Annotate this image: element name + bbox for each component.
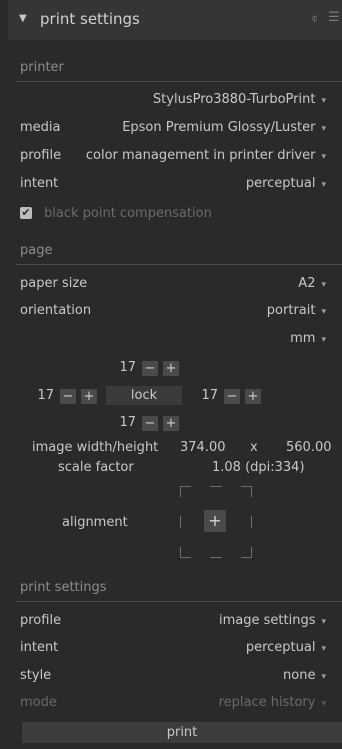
alignment-grid[interactable]: + [180,486,252,558]
unit-value: mm [290,331,316,346]
presets-menu-icon[interactable]: ☰ [328,10,340,25]
align-top-left[interactable] [180,486,191,497]
dropdown-arrow-icon: ▾ [321,672,326,682]
printer-profile-value: color management in printer driver [85,148,316,163]
scale-factor-label: scale factor [58,460,134,475]
margin-left-value[interactable]: 17 [30,388,54,403]
style-value: none [283,668,316,683]
export-profile-label: profile [20,613,62,628]
margin-top-value[interactable]: 17 [112,360,136,375]
align-left[interactable] [180,516,181,528]
orientation-value: portrait [266,303,316,318]
printer-name: StylusPro3880-TurboPrint [152,92,316,107]
align-bottom-left[interactable] [180,547,191,558]
section-divider [16,601,342,602]
align-bottom-right[interactable] [241,547,252,558]
module-title: print settings [40,10,140,28]
style-dropdown[interactable]: none ▾ [283,668,326,683]
image-wh-label: image width/height [32,440,159,455]
export-intent-value: perceptual [245,640,316,655]
mode-label: mode [20,695,57,710]
margin-bottom-plus-button[interactable]: + [163,416,179,431]
module-header[interactable]: ▼ print settings ⌽ ☰ [8,0,342,40]
dropdown-arrow-icon: ▾ [321,307,326,317]
margin-bottom-value[interactable]: 17 [112,415,136,430]
image-height-value: 560.00 [286,440,332,455]
dropdown-arrow-icon: ▾ [321,280,326,290]
dropdown-arrow-icon: ▾ [321,96,326,106]
paper-size-value: A2 [298,276,316,291]
margin-left-plus-button[interactable]: + [81,389,97,404]
printer-dropdown[interactable]: StylusPro3880-TurboPrint ▾ [153,92,326,107]
alignment-label: alignment [62,515,128,530]
bpc-checkbox[interactable]: ✔ [20,207,32,219]
section-printer-label: printer [20,60,64,75]
print-button[interactable]: print [22,722,342,743]
export-intent-label: intent [20,640,59,655]
dropdown-arrow-icon: ▾ [321,644,326,654]
margin-right-value[interactable]: 17 [194,388,218,403]
bpc-label: black point compensation [44,206,212,221]
align-top-right[interactable] [241,486,252,497]
margin-left-minus-button[interactable]: − [60,389,76,404]
export-profile-dropdown[interactable]: image settings ▾ [219,613,326,628]
printer-intent-value: perceptual [245,176,316,191]
dropdown-arrow-icon: ▾ [321,335,326,345]
margin-top-plus-button[interactable]: + [163,361,179,376]
media-value: Epson Premium Glossy/Luster [122,120,316,135]
dropdown-arrow-icon: ▾ [321,152,326,162]
section-print-settings-label: print settings [20,580,107,595]
image-x-separator: x [250,440,258,455]
mode-dropdown: replace history ▾ [219,695,326,710]
orientation-label: orientation [20,303,92,318]
printer-profile-dropdown[interactable]: color management in printer driver ▾ [86,148,326,163]
scale-factor-value: 1.08 (dpi:334) [212,460,305,475]
section-divider [16,81,342,82]
dropdown-arrow-icon: ▾ [321,124,326,134]
paper-size-dropdown[interactable]: A2 ▾ [298,276,326,291]
collapse-triangle-icon[interactable]: ▼ [19,13,27,24]
reset-icon[interactable]: ⌽ [311,11,318,26]
image-width-value: 374.00 [180,440,226,455]
printer-intent-label: intent [20,176,59,191]
align-top[interactable] [210,486,222,487]
export-profile-value: image settings [219,613,316,628]
margin-right-plus-button[interactable]: + [245,389,261,404]
mode-value: replace history [218,695,316,710]
orientation-dropdown[interactable]: portrait ▾ [267,303,326,318]
margin-top-minus-button[interactable]: − [142,361,158,376]
section-divider [16,264,342,265]
align-bottom[interactable] [210,557,222,558]
printer-profile-label: profile [20,148,62,163]
printer-intent-dropdown[interactable]: perceptual ▾ [246,176,326,191]
margin-bottom-minus-button[interactable]: − [142,416,158,431]
align-right[interactable] [251,516,252,528]
export-intent-dropdown[interactable]: perceptual ▾ [246,640,326,655]
align-center-button[interactable]: + [204,510,226,532]
dropdown-arrow-icon: ▾ [321,180,326,190]
style-label: style [20,668,52,683]
margin-right-minus-button[interactable]: − [224,389,240,404]
dropdown-arrow-icon: ▾ [321,617,326,627]
unit-dropdown[interactable]: mm ▾ [290,331,326,346]
lock-button[interactable]: lock [106,386,182,405]
media-dropdown[interactable]: Epson Premium Glossy/Luster ▾ [122,120,326,135]
section-page-label: page [20,243,53,258]
dropdown-arrow-icon: ▾ [321,699,326,709]
paper-size-label: paper size [20,276,88,291]
media-label: media [20,120,61,135]
